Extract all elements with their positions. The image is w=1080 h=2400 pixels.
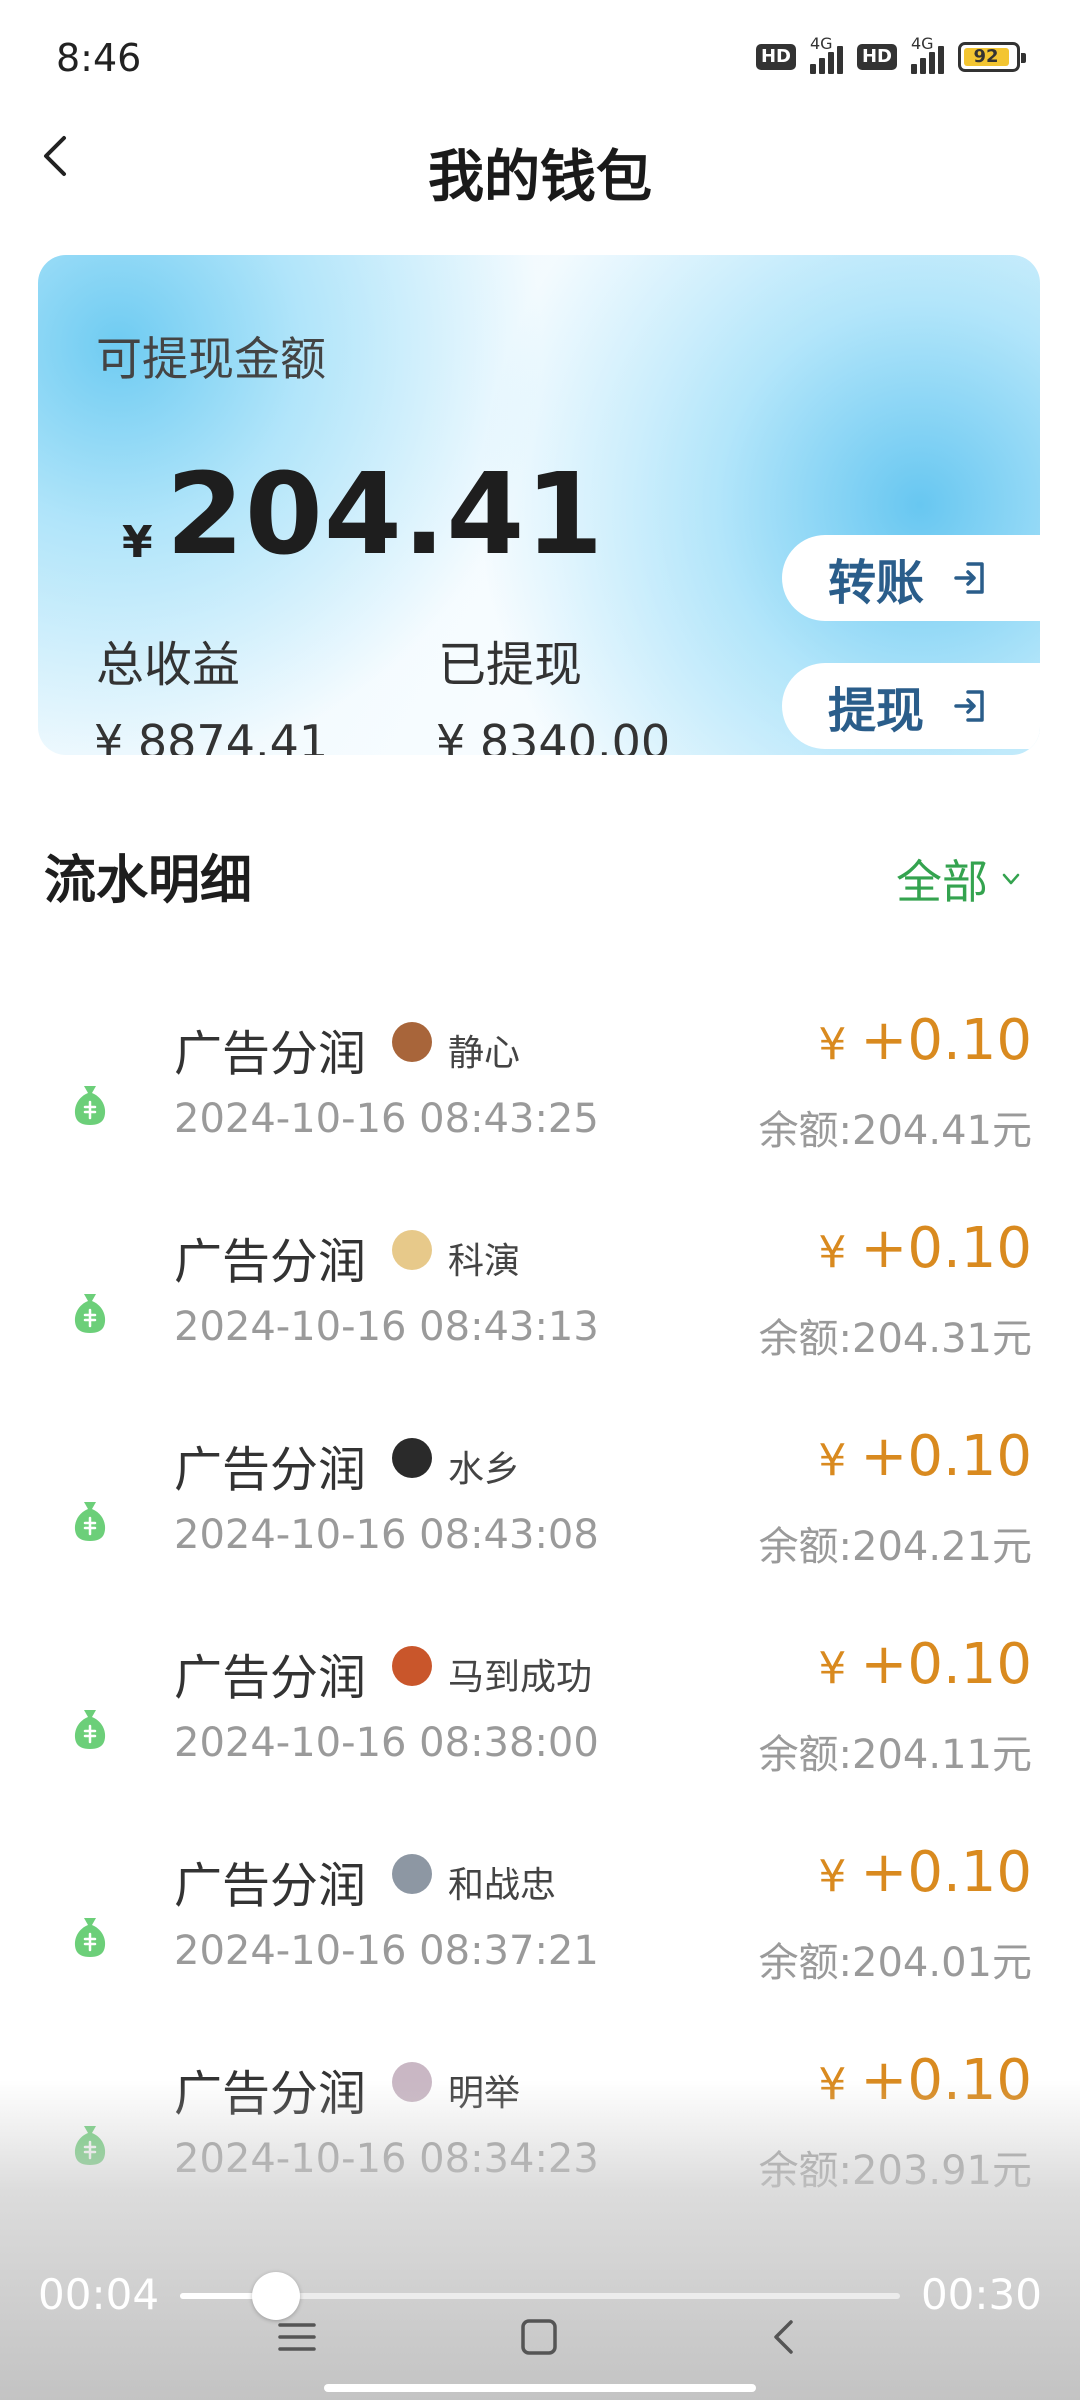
list-item[interactable]: 广告分润 马到成功 2024-10-16 08:38:00 ¥ +0.10 余额:… <box>0 1624 1080 1832</box>
status-icons: HD 4G HD 4G 92 <box>755 34 1026 74</box>
user-name: 马到成功 <box>448 1657 593 1698</box>
withdraw-label: 提现 <box>828 683 925 739</box>
home-icon[interactable] <box>514 2312 564 2362</box>
page-title: 我的钱包 <box>428 145 652 210</box>
money-bag-icon <box>74 1918 106 1957</box>
transaction-time: 2024-10-16 08:43:08 <box>174 1512 599 1558</box>
menu-icon[interactable] <box>272 2312 322 2362</box>
money-bag-icon <box>74 1502 106 1541</box>
filter-dropdown[interactable]: 全部 <box>896 846 1020 912</box>
withdrawn-label: 已提现 <box>438 637 583 693</box>
battery-icon: 92 <box>958 42 1026 72</box>
filter-label: 全部 <box>896 855 988 909</box>
signal-icon: 4G <box>911 34 944 74</box>
transaction-amount: ¥+0.10 <box>818 1424 1032 1489</box>
balance-after: 余额:204.01元 <box>758 1940 1032 1986</box>
status-bar: 8:46 HD 4G HD 4G 92 <box>0 0 1080 120</box>
back-nav-icon[interactable] <box>760 2312 810 2362</box>
balance-after: 余额:204.11元 <box>758 1732 1032 1778</box>
avatar <box>392 1438 432 1478</box>
avatar <box>392 1646 432 1686</box>
user-name: 水乡 <box>448 1449 521 1490</box>
transfer-button[interactable]: 转账 <box>782 535 1040 621</box>
list-item[interactable]: 广告分润 静心 2024-10-16 08:43:25 ¥ +0.10 余额:20… <box>0 1000 1080 1208</box>
currency-symbol: ¥ <box>818 1851 847 1902</box>
video-total-time: 00:30 <box>920 2270 1042 2319</box>
currency-symbol: ¥ <box>818 1435 847 1486</box>
transaction-time: 2024-10-16 08:43:25 <box>174 1096 599 1142</box>
transaction-type: 广告分润 <box>174 1442 367 1498</box>
hd-icon: HD <box>856 44 897 70</box>
hd-icon: HD <box>755 44 796 70</box>
enter-icon <box>954 690 984 722</box>
transaction-time: 2024-10-16 08:43:13 <box>174 1304 599 1350</box>
withdrawn-value: ¥ 8340.00 <box>436 715 671 755</box>
money-bag-icon <box>74 1710 106 1749</box>
currency-symbol: ¥ <box>122 517 153 568</box>
total-income-value: ¥ 8874.41 <box>94 715 329 755</box>
user-name: 科演 <box>448 1241 521 1282</box>
avatar <box>392 1854 432 1894</box>
avatar <box>392 1022 432 1062</box>
video-current-time: 00:04 <box>38 2270 160 2319</box>
money-bag-icon <box>74 1294 106 1333</box>
balance-after: 余额:204.41元 <box>758 1108 1032 1154</box>
transaction-amount: ¥+0.10 <box>818 1008 1032 1073</box>
transaction-amount: ¥+0.10 <box>818 1632 1032 1697</box>
withdraw-button[interactable]: 提现 <box>782 663 1040 749</box>
transaction-type: 广告分润 <box>174 1234 367 1290</box>
user-name: 和战忠 <box>448 1865 557 1906</box>
balance-after: 余额:204.31元 <box>758 1316 1032 1362</box>
user-name: 静心 <box>448 1033 521 1074</box>
chevron-down-icon <box>1002 873 1020 885</box>
transaction-amount: ¥+0.10 <box>818 1840 1032 1905</box>
list-item[interactable]: 广告分润 和战忠 2024-10-16 08:37:21 ¥ +0.10 余额:2… <box>0 1832 1080 2040</box>
balance-card: 可提现金额 ¥ 204.41 总收益 ¥ 8874.41 已提现 ¥ 8340.… <box>38 255 1040 755</box>
transaction-amount: ¥+0.10 <box>818 1216 1032 1281</box>
signal-icon: 4G <box>809 34 843 74</box>
withdrawable-amount: 204.41 <box>166 450 605 580</box>
enter-icon <box>954 562 984 594</box>
transaction-type: 广告分润 <box>174 1858 367 1914</box>
currency-symbol: ¥ <box>818 1019 847 1070</box>
avatar <box>392 1230 432 1270</box>
money-bag-icon <box>74 1086 106 1125</box>
total-income-label: 总收益 <box>96 637 241 693</box>
section-title: 流水明细 <box>44 851 253 911</box>
list-item[interactable]: 广告分润 科演 2024-10-16 08:43:13 ¥ +0.10 余额:20… <box>0 1208 1080 1416</box>
transfer-label: 转账 <box>828 555 925 611</box>
list-item[interactable]: 广告分润 水乡 2024-10-16 08:43:08 ¥ +0.10 余额:20… <box>0 1416 1080 1624</box>
battery-level: 92 <box>973 46 999 67</box>
transaction-time: 2024-10-16 08:37:21 <box>174 1928 599 1974</box>
withdrawable-label: 可提现金额 <box>96 332 326 386</box>
status-time: 8:46 <box>56 36 142 80</box>
transaction-type: 广告分润 <box>174 1026 367 1082</box>
balance-after: 余额:204.21元 <box>758 1524 1032 1570</box>
transaction-type: 广告分润 <box>174 1650 367 1706</box>
transaction-time: 2024-10-16 08:38:00 <box>174 1720 599 1766</box>
currency-symbol: ¥ <box>818 1227 847 1278</box>
gesture-bar[interactable] <box>324 2384 756 2392</box>
currency-symbol: ¥ <box>818 1643 847 1694</box>
